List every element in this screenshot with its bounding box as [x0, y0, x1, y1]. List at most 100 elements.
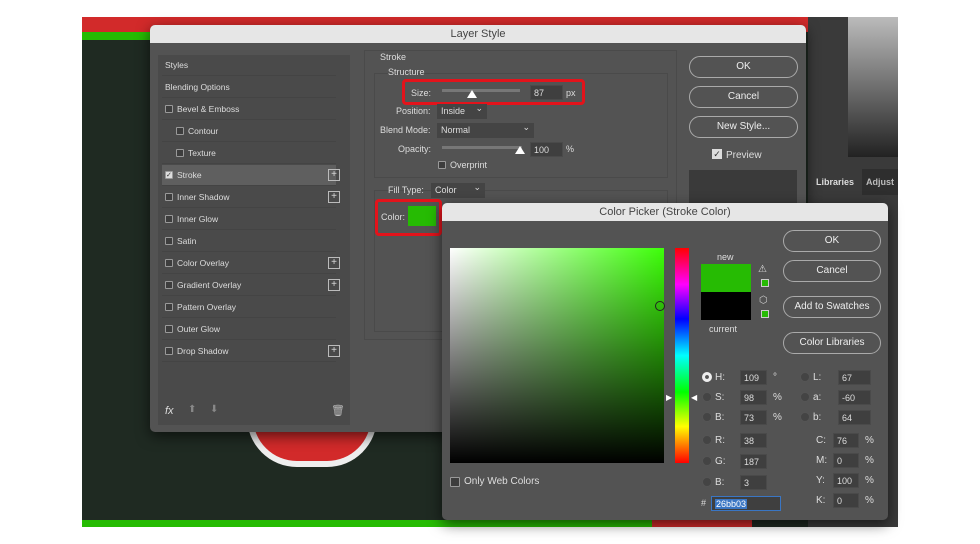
- hsb-label: S:: [715, 392, 724, 403]
- hsb-input[interactable]: 98: [740, 390, 767, 405]
- move-up-icon[interactable]: ⬆: [188, 404, 196, 415]
- style-item-drop-shadow[interactable]: Drop Shadow+: [162, 341, 336, 362]
- structure-heading: Structure: [388, 67, 425, 77]
- only-web-colors-checkbox[interactable]: [450, 477, 460, 487]
- style-item-label: Texture: [188, 143, 216, 164]
- current-color-swatch[interactable]: [701, 292, 751, 320]
- add-effect-icon[interactable]: +: [328, 169, 340, 181]
- out-of-gamut-warning-icon[interactable]: ⚠: [758, 264, 767, 275]
- new-style-button[interactable]: New Style...: [689, 116, 798, 138]
- cmyk-unit: %: [865, 475, 874, 486]
- add-to-swatches-button[interactable]: Add to Swatches: [783, 296, 881, 318]
- hex-input[interactable]: 26bb03: [715, 499, 747, 509]
- hsb-radio[interactable]: [702, 412, 712, 422]
- style-item-label: Gradient Overlay: [177, 275, 241, 296]
- fill-type-select[interactable]: Color: [431, 183, 485, 198]
- add-effect-icon[interactable]: +: [328, 257, 340, 269]
- styles-header[interactable]: Styles: [162, 55, 336, 76]
- style-item-stroke[interactable]: ✓Stroke+: [162, 165, 336, 186]
- hsb-input[interactable]: 73: [740, 410, 767, 425]
- color-picker-title: Color Picker (Stroke Color): [442, 203, 888, 221]
- stroke-heading: Stroke: [380, 52, 406, 62]
- style-item-inner-glow[interactable]: Inner Glow: [162, 209, 336, 230]
- style-item-satin[interactable]: Satin: [162, 231, 336, 252]
- style-checkbox[interactable]: [165, 105, 173, 113]
- hue-slider[interactable]: [675, 248, 689, 463]
- cmyk-input[interactable]: 0: [833, 453, 859, 468]
- new-label: new: [717, 252, 734, 262]
- lab-input[interactable]: 67: [838, 370, 871, 385]
- style-checkbox[interactable]: [165, 325, 173, 333]
- lab-radio[interactable]: [800, 412, 810, 422]
- style-checkbox[interactable]: [165, 193, 173, 201]
- add-effect-icon[interactable]: +: [328, 191, 340, 203]
- hsb-label: B:: [715, 412, 724, 423]
- lab-radio[interactable]: [800, 392, 810, 402]
- style-item-texture[interactable]: Texture: [162, 143, 336, 164]
- hsb-unit: %: [773, 412, 782, 423]
- style-checkbox[interactable]: ✓: [165, 171, 173, 179]
- cmyk-unit: %: [865, 435, 874, 446]
- color-libraries-button[interactable]: Color Libraries: [783, 332, 881, 354]
- opacity-slider-thumb[interactable]: [515, 146, 525, 154]
- rgb-input[interactable]: 3: [740, 475, 767, 490]
- size-highlight: [402, 79, 585, 105]
- hue-slider-left-arrow[interactable]: ▶: [666, 393, 672, 402]
- blend-mode-select[interactable]: Normal: [437, 123, 534, 138]
- web-safe-cube-icon[interactable]: ⬡: [759, 295, 768, 306]
- style-checkbox[interactable]: [165, 215, 173, 223]
- style-checkbox[interactable]: [176, 127, 184, 135]
- style-item-gradient-overlay[interactable]: Gradient Overlay+: [162, 275, 336, 296]
- add-effect-icon[interactable]: +: [328, 345, 340, 357]
- position-select[interactable]: Inside: [437, 104, 487, 119]
- style-item-inner-shadow[interactable]: Inner Shadow+: [162, 187, 336, 208]
- style-item-pattern-overlay[interactable]: Pattern Overlay: [162, 297, 336, 318]
- style-item-contour[interactable]: Contour: [162, 121, 336, 142]
- rgb-input[interactable]: 187: [740, 454, 767, 469]
- hue-slider-right-arrow[interactable]: ◀: [691, 393, 697, 402]
- style-item-bevel-emboss[interactable]: Bevel & Emboss: [162, 99, 336, 120]
- overprint-checkbox[interactable]: [438, 161, 446, 169]
- style-checkbox[interactable]: [176, 149, 184, 157]
- cancel-button[interactable]: Cancel: [689, 86, 798, 108]
- lab-radio[interactable]: [800, 372, 810, 382]
- cmyk-input[interactable]: 0: [833, 493, 859, 508]
- style-item-label: Stroke: [177, 165, 202, 186]
- lab-input[interactable]: 64: [838, 410, 871, 425]
- cmyk-input[interactable]: 100: [833, 473, 859, 488]
- gamut-color-swatch[interactable]: [761, 279, 769, 287]
- rgb-label: R:: [715, 435, 725, 446]
- hsb-radio[interactable]: [702, 372, 712, 382]
- rgb-radio[interactable]: [702, 435, 712, 445]
- style-checkbox[interactable]: [165, 237, 173, 245]
- opacity-input[interactable]: 100: [530, 142, 563, 157]
- lab-input[interactable]: -60: [838, 390, 871, 405]
- fx-button[interactable]: fx: [165, 405, 174, 417]
- cmyk-input[interactable]: 76: [833, 433, 859, 448]
- color-field[interactable]: [450, 248, 664, 463]
- style-checkbox[interactable]: [165, 259, 173, 267]
- style-item-color-overlay[interactable]: Color Overlay+: [162, 253, 336, 274]
- style-checkbox[interactable]: [165, 303, 173, 311]
- trash-icon[interactable]: 🗑: [331, 404, 345, 417]
- picker-ok-button[interactable]: OK: [783, 230, 881, 252]
- rgb-radio[interactable]: [702, 477, 712, 487]
- style-checkbox[interactable]: [165, 281, 173, 289]
- style-item-blending-options[interactable]: Blending Options: [162, 77, 336, 98]
- move-down-icon[interactable]: ⬇: [210, 404, 218, 415]
- hsb-input[interactable]: 109: [740, 370, 767, 385]
- hsb-radio[interactable]: [702, 392, 712, 402]
- color-field-cursor[interactable]: [655, 301, 665, 311]
- style-checkbox[interactable]: [165, 347, 173, 355]
- add-effect-icon[interactable]: +: [328, 279, 340, 291]
- preview-checkbox[interactable]: ✓: [712, 149, 722, 159]
- opacity-slider[interactable]: [442, 146, 522, 149]
- picker-cancel-button[interactable]: Cancel: [783, 260, 881, 282]
- ok-button[interactable]: OK: [689, 56, 798, 78]
- rgb-input[interactable]: 38: [740, 433, 767, 448]
- web-safe-color-swatch[interactable]: [761, 310, 769, 318]
- tab-libraries[interactable]: Libraries: [808, 169, 862, 195]
- rgb-radio[interactable]: [702, 456, 712, 466]
- style-item-outer-glow[interactable]: Outer Glow: [162, 319, 336, 340]
- tab-adjustments[interactable]: Adjust: [862, 169, 898, 195]
